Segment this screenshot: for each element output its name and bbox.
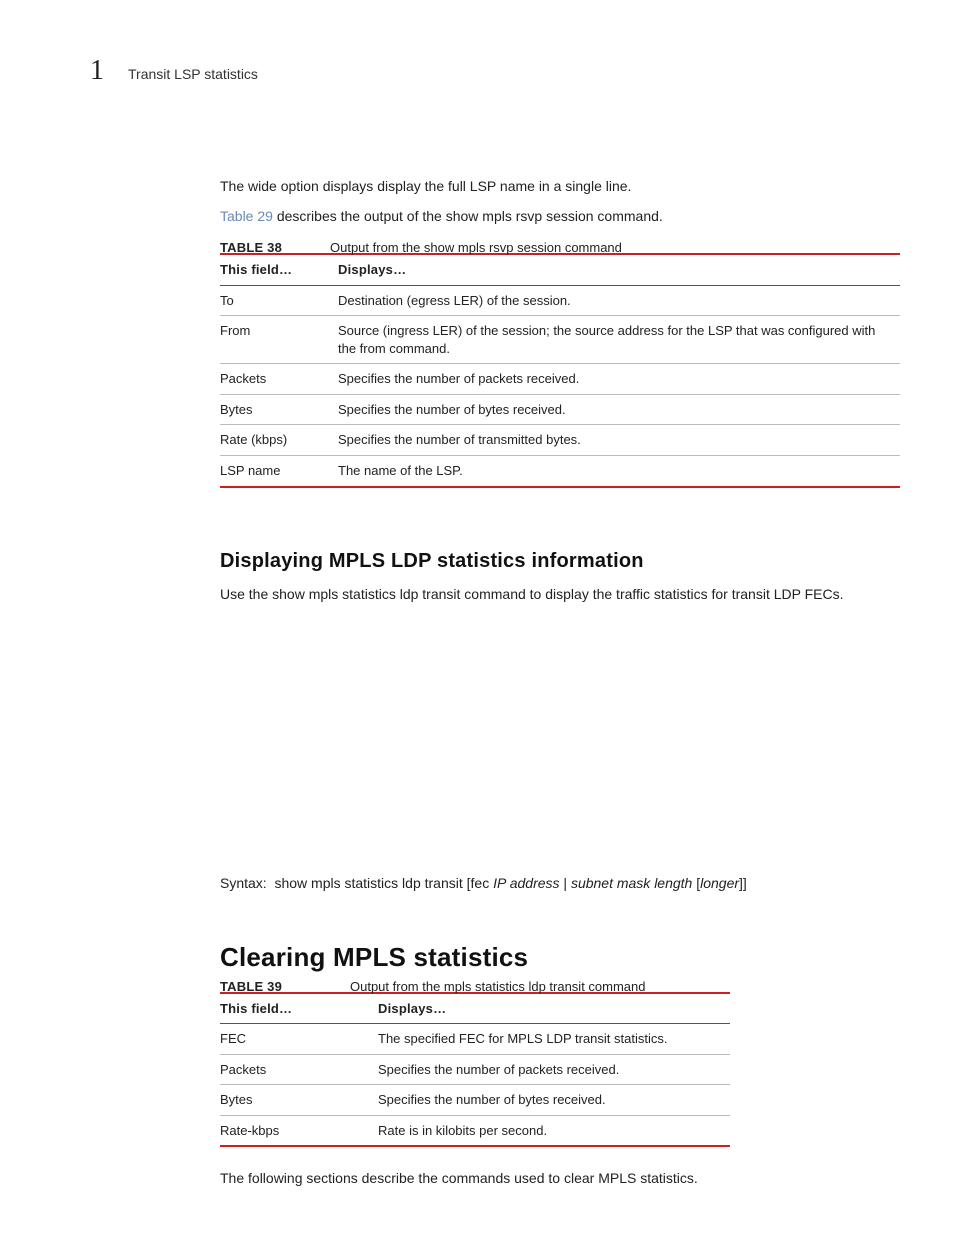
ldp-stats-heading: Displaying MPLS LDP statistics informati… [220,550,900,573]
cell-field: LSP name [220,456,338,487]
table-row: Bytes Specifies the number of bytes rece… [220,394,900,425]
cell-field: To [220,285,338,316]
cell-field: Packets [220,364,338,395]
table-crossref[interactable]: Table 29 [220,208,273,224]
cell-displays: Specifies the number of bytes received. [338,394,900,425]
table39: This field… Displays… FEC The specified … [220,992,730,1148]
table-row: Packets Specifies the number of packets … [220,364,900,395]
syntax-sep: | [560,875,571,891]
syntax-arg-longer: longer [700,875,739,891]
table38-head-displays: Displays… [338,254,900,285]
cell-field: Bytes [220,394,338,425]
table38: This field… Displays… To Destination (eg… [220,253,900,487]
table38-label: TABLE 38 [220,240,330,255]
cell-displays: Specifies the number of packets received… [378,1054,730,1085]
cell-field: Bytes [220,1085,378,1116]
table39-caption: TABLE 39 Output from the mpls statistics… [220,979,900,994]
content-area: The wide option displays display the ful… [220,177,900,1189]
table-row: From Source (ingress LER) of the session… [220,316,900,364]
intro-p2-rest: describes the output of the show mpls rs… [273,208,663,224]
cell-displays: The specified FEC for MPLS LDP transit s… [378,1024,730,1055]
cell-displays: Specifies the number of bytes received. [378,1085,730,1116]
table-row: LSP name The name of the LSP. [220,456,900,487]
table39-label: TABLE 39 [220,979,350,994]
syntax-open: [ [692,875,700,891]
cell-field: Rate (kbps) [220,425,338,456]
syntax-close: ]] [739,875,747,891]
table39-head-field: This field… [220,993,378,1024]
cell-field: From [220,316,338,364]
table38-title: Output from the show mpls rsvp session c… [330,240,622,255]
cell-displays: Specifies the number of packets received… [338,364,900,395]
cell-displays: Destination (egress LER) of the session. [338,285,900,316]
trailer-paragraph: The following sections describe the comm… [220,1169,900,1189]
cell-field: Packets [220,1054,378,1085]
table39-head-displays: Displays… [378,993,730,1024]
table-row: To Destination (egress LER) of the sessi… [220,285,900,316]
syntax-line: Syntax: show mpls statistics ldp transit… [220,874,900,894]
table-row: Bytes Specifies the number of bytes rece… [220,1085,730,1116]
table-row: FEC The specified FEC for MPLS LDP trans… [220,1024,730,1055]
syntax-lead: Syntax: show mpls statistics ldp transit… [220,875,493,891]
cell-field: Rate-kbps [220,1115,378,1146]
table-row: Packets Specifies the number of packets … [220,1054,730,1085]
clearing-heading: Clearing MPLS statistics [220,942,900,973]
cell-displays: The name of the LSP. [338,456,900,487]
table39-title: Output from the mpls statistics ldp tran… [350,979,646,994]
page: 1 Transit LSP statistics The wide option… [0,0,954,1254]
intro-paragraph-2: Table 29 describes the output of the sho… [220,207,900,227]
cell-displays: Rate is in kilobits per second. [378,1115,730,1146]
chapter-number: 1 [90,55,104,87]
cell-displays: Specifies the number of transmitted byte… [338,425,900,456]
syntax-arg-mask: subnet mask length [571,875,692,891]
ldp-paragraph: Use the show mpls statistics ldp transit… [220,585,900,605]
chapter-title: Transit LSP statistics [128,66,258,82]
cell-field: FEC [220,1024,378,1055]
syntax-arg-ip: IP address [493,875,559,891]
cell-displays: Source (ingress LER) of the session; the… [338,316,900,364]
table38-head-field: This field… [220,254,338,285]
intro-paragraph-1: The wide option displays display the ful… [220,177,900,197]
table-row: Rate-kbps Rate is in kilobits per second… [220,1115,730,1146]
running-header: 1 Transit LSP statistics [90,55,864,87]
table-row: Rate (kbps) Specifies the number of tran… [220,425,900,456]
